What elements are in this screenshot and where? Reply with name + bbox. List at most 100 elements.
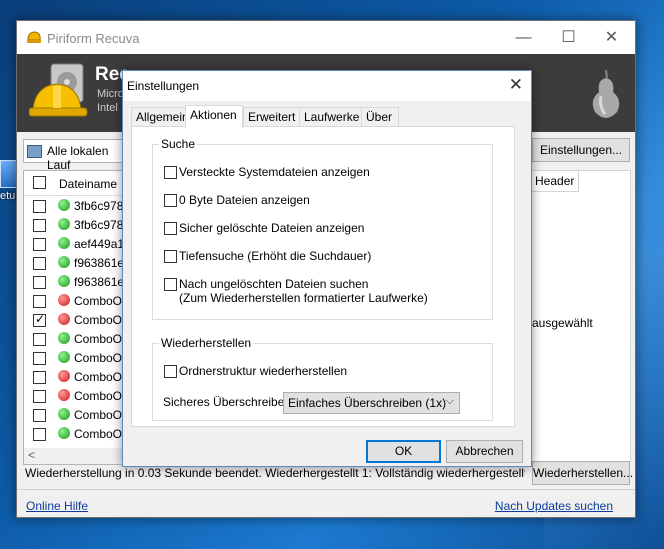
table-row[interactable]: aef449a1- xyxy=(24,234,128,253)
row-checkbox[interactable] xyxy=(33,200,46,213)
window-title: Piriform Recuva xyxy=(47,31,140,46)
piriform-pear-icon xyxy=(592,69,620,118)
column-header-filename[interactable]: Dateiname xyxy=(59,177,117,191)
file-list-header: Dateiname xyxy=(24,171,128,196)
tab-ueber-label: Über xyxy=(366,110,393,124)
restore-group: Wiederherstellen Ordnerstruktur wiederhe… xyxy=(152,336,493,421)
row-filename: ComboO xyxy=(74,332,123,346)
tab-erweitert[interactable]: Erweitert xyxy=(243,107,301,127)
banner-cpu-info: Intel xyxy=(97,102,118,114)
drive-selector-label: Alle lokalen Lauf xyxy=(47,144,109,172)
status-good-icon xyxy=(58,237,70,249)
row-checkbox[interactable] xyxy=(33,219,46,232)
option-undeleted-files-label: Nach ungelöschten Dateien suchen xyxy=(179,277,369,291)
checkbox-zero-byte-files[interactable] xyxy=(164,194,177,207)
table-row[interactable]: ComboO xyxy=(24,386,128,405)
table-row[interactable]: ComboO xyxy=(24,405,128,424)
status-bad-icon xyxy=(58,370,70,382)
hard-hat-logo-icon xyxy=(29,63,88,117)
row-filename: ComboO xyxy=(74,427,123,441)
tab-header[interactable]: Header xyxy=(530,171,579,192)
table-row[interactable]: ComboO xyxy=(24,329,128,348)
row-checkbox[interactable] xyxy=(33,428,46,441)
search-group-label: Suche xyxy=(159,137,198,151)
option-folder-structure-label: Ordnerstruktur wiederherstellen xyxy=(179,364,348,378)
tab-header-label: Header xyxy=(535,174,575,188)
status-text: Wiederherstellung in 0.03 Sekunde beende… xyxy=(25,466,525,480)
restore-group-label: Wiederherstellen xyxy=(159,336,254,350)
row-filename: f963861e- xyxy=(74,275,129,289)
row-filename: ComboO xyxy=(74,351,123,365)
tab-laufwerke[interactable]: Laufwerke xyxy=(299,107,363,127)
search-group: Suche Versteckte Systemdateien anzeigen … xyxy=(152,137,493,320)
cancel-button[interactable]: Abbrechen xyxy=(446,440,523,463)
status-good-icon xyxy=(58,351,70,363)
tab-allgemein[interactable]: Allgemein xyxy=(131,107,189,127)
file-list: Dateiname 3fb6c978- 3fb6c978- aef449a1- f96… xyxy=(23,170,129,450)
row-filename: ComboO xyxy=(74,294,123,308)
row-checkbox[interactable] xyxy=(33,390,46,403)
dialog-title-bar: Einstellungen ✕ xyxy=(123,71,531,101)
checkbox-deep-scan[interactable] xyxy=(164,250,177,263)
file-list-scrollbar[interactable]: < xyxy=(23,448,129,465)
tab-laufwerke-label: Laufwerke xyxy=(304,110,360,124)
chevron-down-icon: ⌵ xyxy=(445,395,454,407)
status-bad-icon xyxy=(58,389,70,401)
minimize-button[interactable]: — xyxy=(501,21,546,54)
checkbox-undeleted-files[interactable] xyxy=(164,278,177,291)
row-filename: f963861e- xyxy=(74,256,129,270)
maximize-button[interactable]: ☐ xyxy=(546,21,591,54)
table-row[interactable]: ComboO xyxy=(24,367,128,386)
minimize-icon: — xyxy=(515,29,532,46)
option-securely-deleted-label: Sicher gelöschte Dateien anzeigen xyxy=(179,221,365,235)
row-checkbox[interactable] xyxy=(33,333,46,346)
row-checkbox[interactable] xyxy=(33,312,46,327)
close-button[interactable]: ✕ xyxy=(589,21,634,54)
row-checkbox[interactable] xyxy=(33,238,46,251)
checkbox-securely-deleted[interactable] xyxy=(164,222,177,235)
status-bad-icon xyxy=(58,313,70,325)
ok-button[interactable]: OK xyxy=(366,440,441,463)
tab-page-aktionen: Suche Versteckte Systemdateien anzeigen … xyxy=(131,126,515,427)
tab-aktionen[interactable]: Aktionen xyxy=(185,105,243,128)
row-filename: ComboO xyxy=(74,389,123,403)
row-filename: ComboO xyxy=(74,370,123,384)
table-row[interactable]: ComboO xyxy=(24,424,128,443)
status-bad-icon xyxy=(58,294,70,306)
drive-selector[interactable]: Alle lokalen Lauf xyxy=(23,139,125,172)
option-zero-byte-files-label: 0 Byte Dateien anzeigen xyxy=(179,193,310,207)
row-checkbox[interactable] xyxy=(33,276,46,289)
row-checkbox[interactable] xyxy=(33,257,46,270)
table-row[interactable]: ComboO xyxy=(24,310,128,329)
online-help-link[interactable]: Online Hilfe xyxy=(26,499,88,513)
checkbox-hidden-system-files[interactable] xyxy=(164,166,177,179)
row-filename: ComboO xyxy=(74,313,123,327)
row-checkbox[interactable] xyxy=(33,352,46,365)
row-checkbox[interactable] xyxy=(33,371,46,384)
option-hidden-system-files-label: Versteckte Systemdateien anzeigen xyxy=(179,165,370,179)
restore-button[interactable]: Wiederherstellen... xyxy=(532,461,633,485)
secure-overwrite-value: Einfaches Überschreiben (1x) xyxy=(288,396,447,410)
table-row[interactable]: f963861e- xyxy=(24,272,128,291)
title-bar: Piriform Recuva — ☐ ✕ xyxy=(17,21,635,54)
secure-overwrite-label: Sicheres Überschreiben xyxy=(163,395,292,409)
settings-button[interactable]: Einstellungen... xyxy=(532,138,630,162)
row-filename: 3fb6c978- xyxy=(74,218,128,232)
table-row[interactable]: 3fb6c978- xyxy=(24,215,128,234)
row-checkbox[interactable] xyxy=(33,409,46,422)
select-all-checkbox[interactable] xyxy=(33,176,46,189)
table-row[interactable]: ComboO xyxy=(24,291,128,310)
table-row[interactable]: 3fb6c978- xyxy=(24,196,128,215)
dialog-close-icon[interactable]: ✕ xyxy=(509,75,523,95)
tab-erweitert-label: Erweitert xyxy=(248,110,296,124)
check-updates-link[interactable]: Nach Updates suchen xyxy=(495,499,613,513)
row-checkbox[interactable] xyxy=(33,295,46,308)
scroll-left-icon[interactable]: < xyxy=(28,448,35,462)
info-panel: Header ausgewählt xyxy=(529,170,631,462)
footer: Online Hilfe Nach Updates suchen xyxy=(17,489,635,518)
secure-overwrite-select[interactable]: Einfaches Überschreiben (1x) ⌵ xyxy=(283,392,460,414)
checkbox-folder-structure[interactable] xyxy=(164,365,177,378)
table-row[interactable]: f963861e- xyxy=(24,253,128,272)
tab-ueber[interactable]: Über xyxy=(361,107,399,127)
table-row[interactable]: ComboO xyxy=(24,348,128,367)
